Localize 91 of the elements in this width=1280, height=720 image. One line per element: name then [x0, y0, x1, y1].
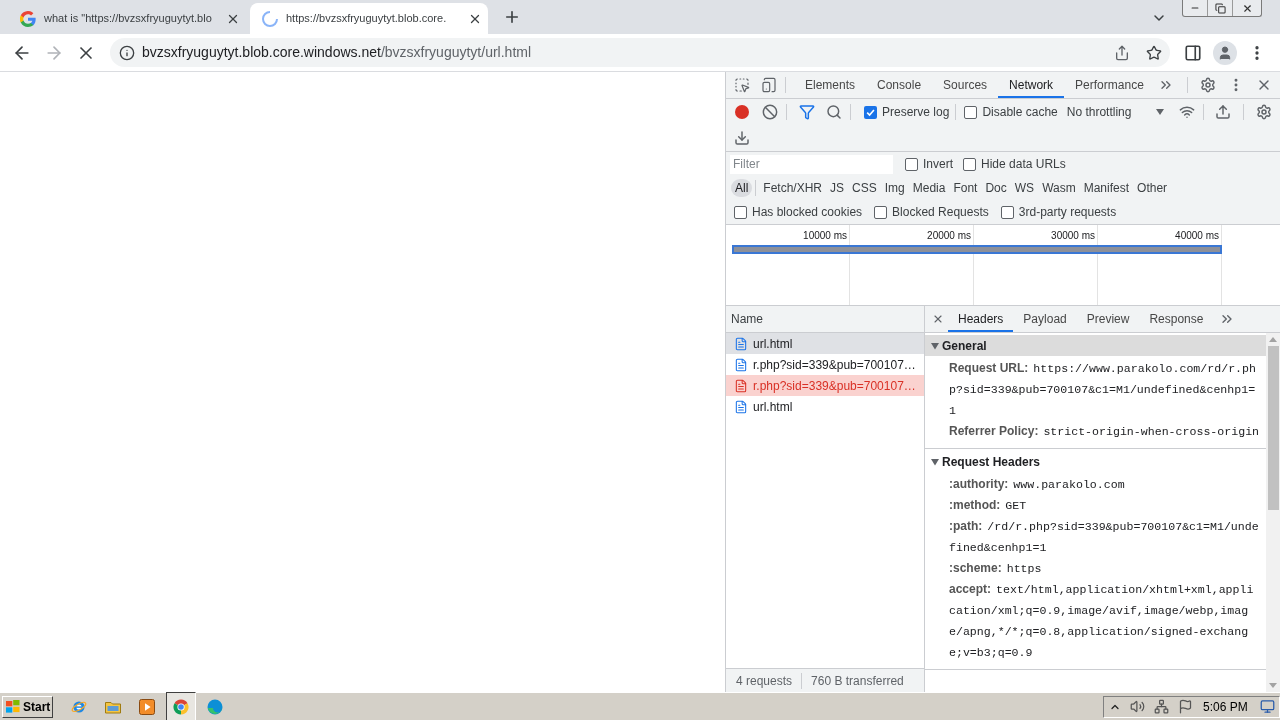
- header-row-text: accept: text/html,application/xhtml+xml,application/xml;q=0.9,image/avif,image/webp,image/apng,*/*;q=0.8,application/signed-exchange;v=b3;q=0.9: [949, 581, 1255, 661]
- checkbox[interactable]: [1000, 205, 1014, 219]
- tick-label: 10000 ms: [803, 229, 848, 243]
- clock-text[interactable]: 5:06 PM: [1203, 697, 1248, 716]
- document-icon: [734, 336, 748, 351]
- address-bar[interactable]: bvzsxfryuguytyt.blob.core.windows.net/bvzsxfryuguytyt/url.html: [110, 38, 1170, 67]
- tick-label: 30000 ms: [1051, 229, 1096, 243]
- tick-label: 40000 ms: [1175, 229, 1220, 243]
- details-tab[interactable]: Preview: [1076, 306, 1140, 332]
- dropdown-caret-icon: [1156, 109, 1164, 115]
- scrollbar-thumb[interactable]: [1267, 346, 1279, 510]
- section-header[interactable]: General: [925, 335, 1266, 356]
- info-icon[interactable]: [119, 44, 135, 61]
- checkbox-label: Preserve log: [882, 104, 950, 121]
- checkbox[interactable]: [864, 105, 877, 119]
- play-icon[interactable]: [139, 698, 155, 715]
- header-row-text: :scheme: https: [949, 560, 1043, 577]
- network-icon[interactable]: [1154, 699, 1169, 714]
- monitor-icon[interactable]: [1260, 699, 1275, 714]
- checkbox-label: Disable cache: [982, 104, 1058, 121]
- restore-icon: [1214, 2, 1226, 14]
- checkbox[interactable]: [874, 205, 888, 219]
- panel-tab[interactable]: Console: [866, 72, 933, 98]
- tick-label: 20000 ms: [927, 229, 972, 243]
- type-filter[interactable]: CSS: [848, 179, 881, 197]
- no-entry-icon[interactable]: [762, 104, 778, 120]
- url-host-text: bvzsxfryuguytyt.blob.core.windows.net: [142, 43, 381, 62]
- settings-icon[interactable]: [1256, 104, 1272, 120]
- funnel-icon[interactable]: [799, 104, 815, 120]
- header-row-text: Referrer Policy: strict-origin-when-cross-origin: [949, 423, 1260, 440]
- flag-icon[interactable]: [1178, 699, 1193, 714]
- type-filter[interactable]: Wasm: [1038, 179, 1080, 197]
- document-icon: [734, 378, 748, 393]
- plus-icon[interactable]: [503, 8, 521, 26]
- checkbox-label: Has blocked cookies: [752, 204, 863, 221]
- round-logo-icon[interactable]: [166, 691, 196, 720]
- type-filter[interactable]: Font: [949, 179, 982, 197]
- phone-tablet-icon[interactable]: [761, 77, 777, 93]
- orbit-logo-icon[interactable]: [71, 698, 87, 715]
- upload-icon[interactable]: [1215, 104, 1231, 120]
- type-filter[interactable]: JS: [826, 179, 849, 197]
- checkbox[interactable]: [963, 157, 976, 171]
- checkbox[interactable]: [905, 157, 918, 171]
- panel-tab[interactable]: Sources: [932, 72, 999, 98]
- throttling-select[interactable]: No throttling: [1066, 103, 1164, 121]
- record-dot-icon[interactable]: [735, 105, 749, 119]
- four-square-logo-icon: [6, 700, 20, 713]
- document-icon: [734, 357, 748, 372]
- start-button[interactable]: Start: [2, 695, 53, 718]
- type-filter[interactable]: Doc: [981, 179, 1011, 197]
- details-tab[interactable]: Headers: [948, 306, 1014, 332]
- document-icon: [734, 399, 748, 414]
- wifi-icon[interactable]: [1179, 104, 1195, 120]
- status-text: 4 requests: [736, 672, 793, 690]
- avatar-icon[interactable]: [1213, 40, 1237, 65]
- star-icon[interactable]: [1146, 44, 1162, 61]
- details-tab[interactable]: Response: [1139, 306, 1214, 332]
- dashed-square-pointer-icon[interactable]: [734, 77, 750, 93]
- panel-tab[interactable]: Elements: [794, 72, 867, 98]
- type-filter[interactable]: Img: [880, 179, 909, 197]
- type-filter[interactable]: Manifest: [1079, 179, 1134, 197]
- split-panel-icon[interactable]: [1184, 43, 1202, 62]
- panel-tab[interactable]: Performance: [1064, 72, 1155, 98]
- header-row-text: :authority: www.parakolo.com: [949, 476, 1126, 493]
- close-icon[interactable]: [932, 313, 944, 325]
- url-path-text: /bvzsxfryuguytyt/url.html: [380, 43, 532, 62]
- search-icon[interactable]: [826, 104, 842, 120]
- type-filter[interactable]: All: [731, 179, 753, 197]
- download-icon[interactable]: [734, 130, 750, 146]
- type-filter[interactable]: Media: [908, 179, 950, 197]
- close-icon: [1241, 2, 1253, 14]
- column-header[interactable]: Name: [726, 306, 924, 333]
- settings-icon[interactable]: [1200, 77, 1216, 93]
- checkbox-label: Invert: [923, 156, 953, 173]
- type-filter[interactable]: Other: [1133, 179, 1172, 197]
- browser-tab[interactable]: https://bvzsxfryuguytyt.blob.core.: [250, 3, 488, 34]
- type-filter[interactable]: Fetch/XHR: [759, 179, 827, 197]
- speaker-icon[interactable]: [1130, 699, 1145, 714]
- checkbox-label: Blocked Requests: [892, 204, 989, 221]
- request-row[interactable]: url.html: [726, 333, 924, 354]
- details-tab[interactable]: Payload: [1013, 306, 1077, 332]
- type-filter[interactable]: WS: [1010, 179, 1039, 197]
- checkbox[interactable]: [964, 105, 978, 119]
- status-text: 760 B transferred: [811, 672, 904, 690]
- checkbox-label: 3rd-party requests: [1018, 204, 1117, 221]
- share-icon[interactable]: [1114, 44, 1130, 61]
- request-row[interactable]: r.php?sid=339&pub=700107…: [726, 375, 924, 396]
- header-row-text: :method: GET: [949, 497, 1028, 514]
- checkbox[interactable]: [734, 205, 747, 219]
- filter-input[interactable]: Filter: [730, 154, 893, 174]
- checkbox-label: Hide data URLs: [981, 156, 1066, 173]
